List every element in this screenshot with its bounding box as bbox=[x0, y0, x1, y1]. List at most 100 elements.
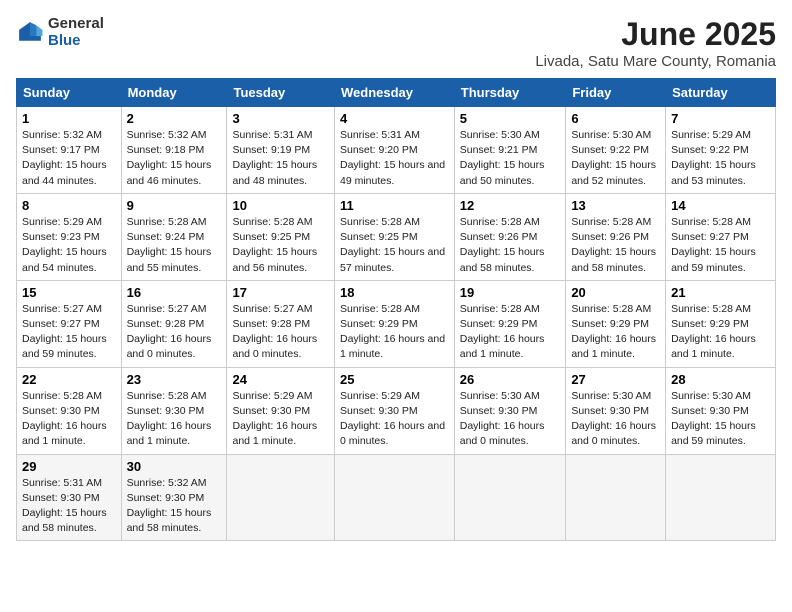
logo-blue: Blue bbox=[48, 33, 104, 50]
day-cell bbox=[334, 454, 454, 541]
day-number: 21 bbox=[671, 285, 770, 300]
cell-details: Sunrise: 5:29 AMSunset: 9:23 PMDaylight:… bbox=[22, 215, 116, 276]
day-cell bbox=[566, 454, 666, 541]
cell-details: Sunrise: 5:28 AMSunset: 9:29 PMDaylight:… bbox=[340, 302, 449, 363]
day-number: 5 bbox=[460, 111, 561, 126]
cell-details: Sunrise: 5:32 AMSunset: 9:18 PMDaylight:… bbox=[127, 128, 222, 189]
cell-details: Sunrise: 5:31 AMSunset: 9:30 PMDaylight:… bbox=[22, 476, 116, 537]
day-cell: 24Sunrise: 5:29 AMSunset: 9:30 PMDayligh… bbox=[227, 367, 335, 454]
cell-details: Sunrise: 5:28 AMSunset: 9:25 PMDaylight:… bbox=[340, 215, 449, 276]
day-cell: 13Sunrise: 5:28 AMSunset: 9:26 PMDayligh… bbox=[566, 193, 666, 280]
day-cell: 29 Sunrise: 5:31 AMSunset: 9:30 PMDayligh… bbox=[17, 454, 122, 541]
header-row: SundayMondayTuesdayWednesdayThursdayFrid… bbox=[17, 79, 776, 107]
cell-details: Sunrise: 5:30 AMSunset: 9:21 PMDaylight:… bbox=[460, 128, 561, 189]
day-cell: 30 Sunrise: 5:32 AMSunset: 9:30 PMDayligh… bbox=[121, 454, 227, 541]
cell-details: Sunrise: 5:30 AMSunset: 9:30 PMDaylight:… bbox=[460, 389, 561, 450]
subtitle: Livada, Satu Mare County, Romania bbox=[535, 53, 776, 70]
day-number: 25 bbox=[340, 372, 449, 387]
cell-details: Sunrise: 5:31 AMSunset: 9:20 PMDaylight:… bbox=[340, 128, 449, 189]
day-number: 16 bbox=[127, 285, 222, 300]
cell-details: Sunrise: 5:31 AMSunset: 9:19 PMDaylight:… bbox=[232, 128, 329, 189]
day-cell: 15 Sunrise: 5:27 AMSunset: 9:27 PMDayligh… bbox=[17, 280, 122, 367]
header-tuesday: Tuesday bbox=[227, 79, 335, 107]
day-cell: 20Sunrise: 5:28 AMSunset: 9:29 PMDayligh… bbox=[566, 280, 666, 367]
day-number: 11 bbox=[340, 198, 449, 213]
header-thursday: Thursday bbox=[454, 79, 566, 107]
day-cell: 11 Sunrise: 5:28 AMSunset: 9:25 PMDayligh… bbox=[334, 193, 454, 280]
day-number: 17 bbox=[232, 285, 329, 300]
day-number: 8 bbox=[22, 198, 116, 213]
header-saturday: Saturday bbox=[666, 79, 776, 107]
day-cell: 28Sunrise: 5:30 AMSunset: 9:30 PMDayligh… bbox=[666, 367, 776, 454]
day-cell: 9 Sunrise: 5:28 AMSunset: 9:24 PMDaylight… bbox=[121, 193, 227, 280]
day-cell: 2Sunrise: 5:32 AMSunset: 9:18 PMDaylight… bbox=[121, 107, 227, 194]
calendar-table: SundayMondayTuesdayWednesdayThursdayFrid… bbox=[16, 78, 776, 541]
day-number: 30 bbox=[127, 459, 222, 474]
page-header: General Blue June 2025 Livada, Satu Mare… bbox=[16, 16, 776, 70]
day-cell: 16 Sunrise: 5:27 AMSunset: 9:28 PMDayligh… bbox=[121, 280, 227, 367]
day-number: 20 bbox=[571, 285, 660, 300]
day-cell: 18 Sunrise: 5:28 AMSunset: 9:29 PMDayligh… bbox=[334, 280, 454, 367]
day-number: 29 bbox=[22, 459, 116, 474]
week-row-2: 8 Sunrise: 5:29 AMSunset: 9:23 PMDaylight… bbox=[17, 193, 776, 280]
week-row-3: 15 Sunrise: 5:27 AMSunset: 9:27 PMDayligh… bbox=[17, 280, 776, 367]
logo-text: General Blue bbox=[48, 16, 104, 49]
day-cell bbox=[666, 454, 776, 541]
day-cell: 23 Sunrise: 5:28 AMSunset: 9:30 PMDayligh… bbox=[121, 367, 227, 454]
cell-details: Sunrise: 5:32 AMSunset: 9:30 PMDaylight:… bbox=[127, 476, 222, 537]
cell-details: Sunrise: 5:28 AMSunset: 9:30 PMDaylight:… bbox=[22, 389, 116, 450]
header-friday: Friday bbox=[566, 79, 666, 107]
day-number: 6 bbox=[571, 111, 660, 126]
day-number: 7 bbox=[671, 111, 770, 126]
day-cell: 22 Sunrise: 5:28 AMSunset: 9:30 PMDayligh… bbox=[17, 367, 122, 454]
day-cell: 25Sunrise: 5:29 AMSunset: 9:30 PMDayligh… bbox=[334, 367, 454, 454]
day-cell: 21 Sunrise: 5:28 AMSunset: 9:29 PMDayligh… bbox=[666, 280, 776, 367]
day-cell: 1 Sunrise: 5:32 AMSunset: 9:17 PMDaylight… bbox=[17, 107, 122, 194]
day-number: 14 bbox=[671, 198, 770, 213]
title-area: June 2025 Livada, Satu Mare County, Roma… bbox=[535, 16, 776, 70]
logo-icon bbox=[16, 19, 44, 47]
day-cell: 5 Sunrise: 5:30 AMSunset: 9:21 PMDaylight… bbox=[454, 107, 566, 194]
week-row-5: 29 Sunrise: 5:31 AMSunset: 9:30 PMDayligh… bbox=[17, 454, 776, 541]
day-number: 10 bbox=[232, 198, 329, 213]
day-cell: 12Sunrise: 5:28 AMSunset: 9:26 PMDayligh… bbox=[454, 193, 566, 280]
main-title: June 2025 bbox=[535, 16, 776, 53]
logo: General Blue bbox=[16, 16, 104, 49]
day-number: 1 bbox=[22, 111, 116, 126]
day-number: 4 bbox=[340, 111, 449, 126]
day-cell bbox=[454, 454, 566, 541]
day-number: 9 bbox=[127, 198, 222, 213]
cell-details: Sunrise: 5:28 AMSunset: 9:27 PMDaylight:… bbox=[671, 215, 770, 276]
logo-general: General bbox=[48, 16, 104, 33]
cell-details: Sunrise: 5:28 AMSunset: 9:29 PMDaylight:… bbox=[671, 302, 770, 363]
cell-details: Sunrise: 5:27 AMSunset: 9:28 PMDaylight:… bbox=[127, 302, 222, 363]
cell-details: Sunrise: 5:28 AMSunset: 9:25 PMDaylight:… bbox=[232, 215, 329, 276]
cell-details: Sunrise: 5:29 AMSunset: 9:22 PMDaylight:… bbox=[671, 128, 770, 189]
day-cell: 26 Sunrise: 5:30 AMSunset: 9:30 PMDayligh… bbox=[454, 367, 566, 454]
day-cell: 6 Sunrise: 5:30 AMSunset: 9:22 PMDaylight… bbox=[566, 107, 666, 194]
day-cell: 3Sunrise: 5:31 AMSunset: 9:19 PMDaylight… bbox=[227, 107, 335, 194]
week-row-4: 22 Sunrise: 5:28 AMSunset: 9:30 PMDayligh… bbox=[17, 367, 776, 454]
day-number: 15 bbox=[22, 285, 116, 300]
day-number: 26 bbox=[460, 372, 561, 387]
day-cell: 19Sunrise: 5:28 AMSunset: 9:29 PMDayligh… bbox=[454, 280, 566, 367]
day-number: 23 bbox=[127, 372, 222, 387]
cell-details: Sunrise: 5:28 AMSunset: 9:26 PMDaylight:… bbox=[460, 215, 561, 276]
cell-details: Sunrise: 5:30 AMSunset: 9:22 PMDaylight:… bbox=[571, 128, 660, 189]
day-cell: 14 Sunrise: 5:28 AMSunset: 9:27 PMDayligh… bbox=[666, 193, 776, 280]
day-cell: 4 Sunrise: 5:31 AMSunset: 9:20 PMDaylight… bbox=[334, 107, 454, 194]
cell-details: Sunrise: 5:32 AMSunset: 9:17 PMDaylight:… bbox=[22, 128, 116, 189]
day-cell: 10 Sunrise: 5:28 AMSunset: 9:25 PMDayligh… bbox=[227, 193, 335, 280]
cell-details: Sunrise: 5:27 AMSunset: 9:27 PMDaylight:… bbox=[22, 302, 116, 363]
cell-details: Sunrise: 5:28 AMSunset: 9:24 PMDaylight:… bbox=[127, 215, 222, 276]
day-number: 19 bbox=[460, 285, 561, 300]
cell-details: Sunrise: 5:28 AMSunset: 9:26 PMDaylight:… bbox=[571, 215, 660, 276]
cell-details: Sunrise: 5:28 AMSunset: 9:30 PMDaylight:… bbox=[127, 389, 222, 450]
week-row-1: 1 Sunrise: 5:32 AMSunset: 9:17 PMDaylight… bbox=[17, 107, 776, 194]
day-cell: 27Sunrise: 5:30 AMSunset: 9:30 PMDayligh… bbox=[566, 367, 666, 454]
day-number: 18 bbox=[340, 285, 449, 300]
cell-details: Sunrise: 5:29 AMSunset: 9:30 PMDaylight:… bbox=[232, 389, 329, 450]
header-wednesday: Wednesday bbox=[334, 79, 454, 107]
day-number: 22 bbox=[22, 372, 116, 387]
day-number: 28 bbox=[671, 372, 770, 387]
